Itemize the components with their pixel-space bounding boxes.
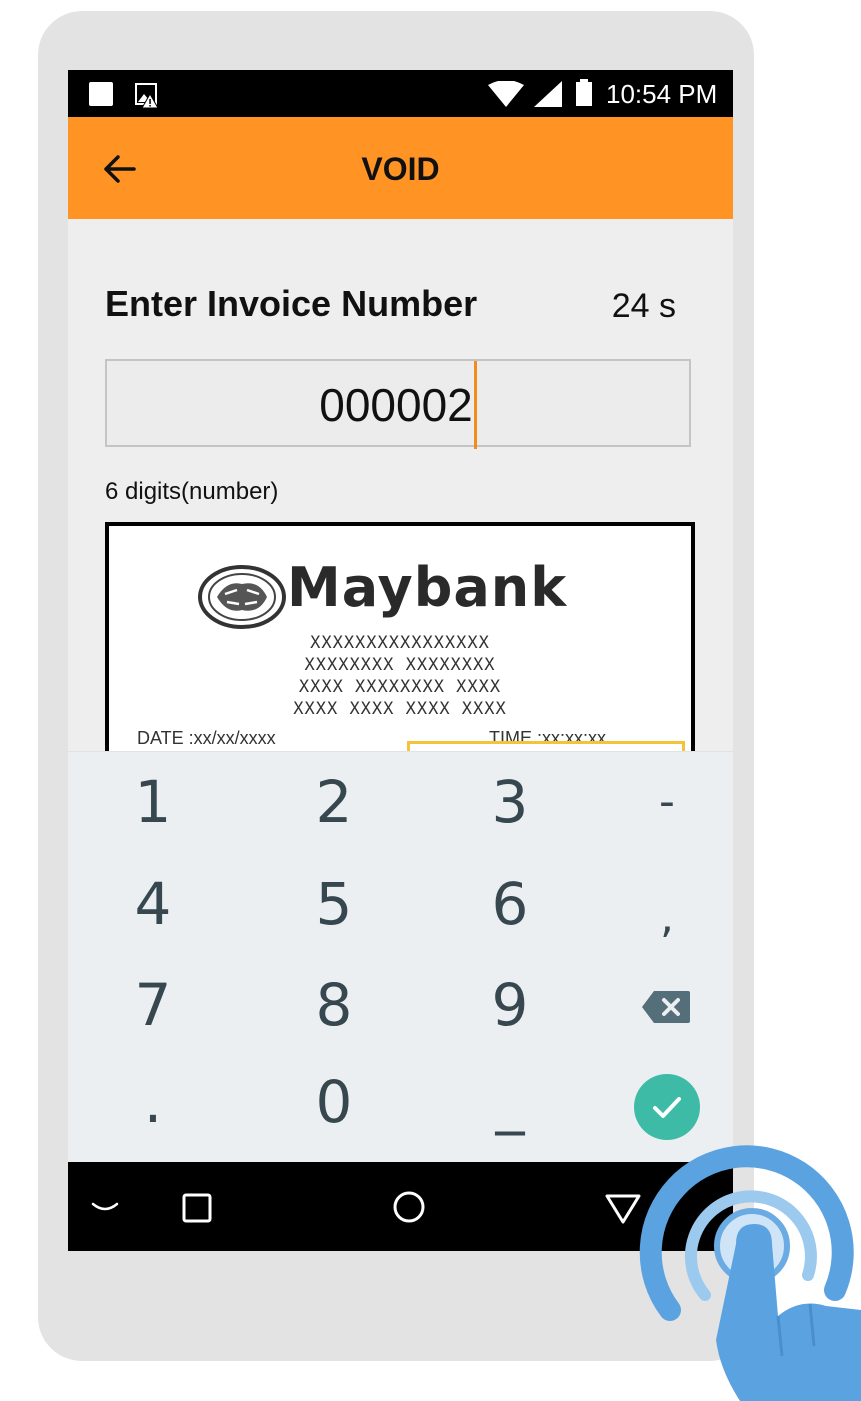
- backspace-icon: [642, 991, 690, 1023]
- receipt-date: DATE :xx/xx/xxxx: [137, 728, 276, 748]
- recents-square-icon[interactable]: [181, 1192, 213, 1224]
- key-3[interactable]: 3: [435, 752, 585, 852]
- keyboard-hide-icon[interactable]: [90, 1200, 120, 1214]
- image-alert-icon: [135, 83, 159, 108]
- receipt-line: XXXXXXXXXXXXXXXX: [310, 633, 490, 653]
- receipt-preview-image: Maybank XXXXXXXXXXXXXXXX XXXXXXXX XXXXXX…: [105, 522, 695, 762]
- key-underscore[interactable]: _: [435, 1052, 585, 1152]
- key-dot[interactable]: .: [78, 1052, 228, 1152]
- backspace-key[interactable]: [592, 955, 733, 1055]
- countdown-timer: 24 s: [611, 287, 676, 325]
- cell-signal-icon: [534, 81, 562, 107]
- key-9[interactable]: 9: [435, 955, 585, 1055]
- key-4[interactable]: 4: [78, 854, 228, 954]
- notification-square-icon: [89, 82, 113, 106]
- status-bar: 10:54 PM: [68, 70, 733, 117]
- invoice-number-value: 000002: [319, 361, 477, 449]
- receipt-masked-lines: XXXXXXXXXXXXXXXX XXXXXXXX XXXXXXXX XXXX …: [109, 632, 691, 720]
- bank-name: Maybank: [287, 556, 568, 619]
- receipt-line: XXXXXXXX XXXXXXXX: [304, 655, 496, 675]
- tap-hand-icon: [639, 1145, 861, 1401]
- key-5[interactable]: 5: [259, 854, 409, 954]
- invoice-number-input[interactable]: 000002: [105, 359, 691, 449]
- key-6[interactable]: 6: [435, 854, 585, 954]
- home-circle-icon[interactable]: [392, 1190, 426, 1224]
- receipt-line: XXXX XXXX XXXX XXXX: [293, 699, 507, 719]
- key-8[interactable]: 8: [259, 955, 409, 1055]
- numeric-keypad: 1 2 3 - 4 5 6 , 7 8 9 . 0 _: [68, 751, 733, 1163]
- receipt-line: XXXX XXXXXXXX XXXX: [298, 677, 502, 697]
- status-time: 10:54 PM: [606, 79, 718, 109]
- page-title: VOID: [361, 151, 440, 187]
- phone-screen: 10:54 PM VOID Enter Invoice Number 24 s …: [68, 70, 733, 1251]
- key-1[interactable]: 1: [78, 752, 228, 852]
- key-dash[interactable]: -: [592, 752, 733, 852]
- app-bar: VOID: [68, 117, 733, 219]
- key-0[interactable]: 0: [259, 1052, 409, 1152]
- maybank-tiger-logo-icon: [198, 565, 286, 629]
- key-2[interactable]: 2: [259, 752, 409, 852]
- battery-icon: [576, 79, 592, 106]
- key-7[interactable]: 7: [78, 955, 228, 1055]
- key-comma[interactable]: ,: [592, 868, 733, 968]
- input-hint: 6 digits(number): [105, 478, 279, 505]
- invoice-prompt-label: Enter Invoice Number: [105, 283, 478, 324]
- wifi-icon: [488, 81, 524, 107]
